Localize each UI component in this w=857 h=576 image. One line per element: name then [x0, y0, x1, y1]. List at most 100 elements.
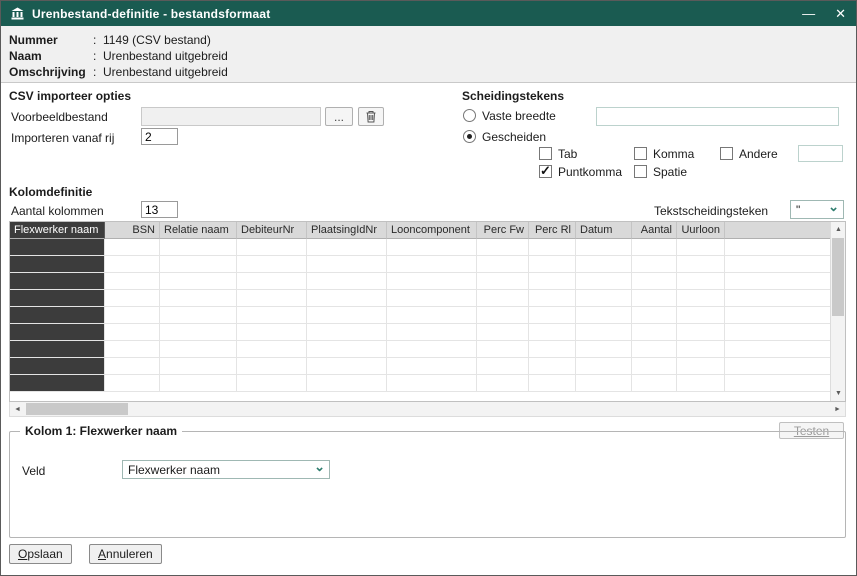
table-cell-selected-column[interactable]	[10, 358, 105, 375]
close-icon[interactable]: ✕	[835, 7, 846, 20]
table-cell[interactable]	[725, 375, 830, 392]
table-header-bsn[interactable]: BSN	[105, 222, 160, 239]
table-cell[interactable]	[529, 256, 576, 273]
table-cell[interactable]	[387, 256, 477, 273]
table-cell[interactable]	[725, 273, 830, 290]
table-cell[interactable]	[160, 239, 237, 256]
table-cell[interactable]	[529, 358, 576, 375]
tab-checkbox[interactable]	[539, 147, 552, 160]
table-cell[interactable]	[632, 375, 677, 392]
table-cell[interactable]	[105, 256, 160, 273]
table-cell[interactable]	[237, 273, 307, 290]
table-cell-selected-column[interactable]	[10, 273, 105, 290]
table-cell[interactable]	[160, 341, 237, 358]
spatie-checkbox[interactable]	[634, 165, 647, 178]
table-cell[interactable]	[237, 290, 307, 307]
table-cell[interactable]	[725, 307, 830, 324]
vertical-scrollbar-thumb[interactable]	[832, 238, 844, 316]
table-cell[interactable]	[387, 290, 477, 307]
table-cell[interactable]	[307, 273, 387, 290]
table-header-perc-fw[interactable]: Perc Fw	[477, 222, 529, 239]
table-cell[interactable]	[477, 358, 529, 375]
andere-checkbox[interactable]	[720, 147, 733, 160]
table-cell[interactable]	[477, 324, 529, 341]
table-cell[interactable]	[632, 358, 677, 375]
scroll-right-icon[interactable]: ►	[830, 402, 845, 417]
table-header-datum[interactable]: Datum	[576, 222, 632, 239]
table-header-debiteurnr[interactable]: DebiteurNr	[237, 222, 307, 239]
vaste-breedte-input[interactable]	[596, 107, 839, 126]
table-cell[interactable]	[160, 290, 237, 307]
table-cell[interactable]	[529, 239, 576, 256]
table-cell[interactable]	[105, 239, 160, 256]
horizontal-scrollbar-thumb[interactable]	[26, 403, 128, 415]
tekstscheidingsteken-combo[interactable]: " ⌄	[790, 200, 844, 219]
table-cell[interactable]	[576, 290, 632, 307]
table-cell[interactable]	[576, 341, 632, 358]
annuleren-button[interactable]: Annuleren	[89, 544, 162, 564]
table-cell[interactable]	[632, 273, 677, 290]
puntkomma-checkbox[interactable]: ✓	[539, 163, 552, 178]
table-cell[interactable]	[632, 341, 677, 358]
table-cell[interactable]	[237, 375, 307, 392]
vaste-breedte-radio[interactable]	[463, 109, 476, 122]
scroll-up-icon[interactable]: ▲	[831, 222, 846, 237]
table-cell[interactable]	[632, 256, 677, 273]
table-cell[interactable]	[632, 239, 677, 256]
table-cell[interactable]	[237, 324, 307, 341]
table-cell[interactable]	[725, 239, 830, 256]
table-cell[interactable]	[677, 375, 725, 392]
table-cell[interactable]	[529, 375, 576, 392]
table-cell[interactable]	[160, 324, 237, 341]
scroll-down-icon[interactable]: ▼	[831, 386, 846, 401]
table-cell[interactable]	[632, 307, 677, 324]
andere-input[interactable]	[798, 145, 843, 162]
title-bar[interactable]: Urenbestand-definitie - bestandsformaat …	[1, 1, 856, 26]
table-header-flexwerker-naam[interactable]: Flexwerker naam	[10, 222, 105, 239]
table-header-uurloon[interactable]: Uurloon	[677, 222, 725, 239]
table-cell[interactable]	[529, 307, 576, 324]
table-cell[interactable]	[237, 239, 307, 256]
table-cell[interactable]	[387, 341, 477, 358]
table-cell[interactable]	[105, 324, 160, 341]
vertical-scrollbar[interactable]: ▲ ▼	[830, 222, 845, 401]
table-cell[interactable]	[237, 256, 307, 273]
table-row[interactable]	[10, 290, 830, 307]
table-cell[interactable]	[477, 375, 529, 392]
table-cell-selected-column[interactable]	[10, 341, 105, 358]
table-header-relatie-naam[interactable]: Relatie naam	[160, 222, 237, 239]
scroll-left-icon[interactable]: ◄	[10, 402, 25, 417]
table-cell[interactable]	[576, 307, 632, 324]
table-cell[interactable]	[576, 273, 632, 290]
table-cell[interactable]	[307, 256, 387, 273]
table-cell[interactable]	[529, 273, 576, 290]
browse-button[interactable]: ...	[325, 107, 353, 126]
table-cell[interactable]	[725, 290, 830, 307]
table-row[interactable]	[10, 307, 830, 324]
table-cell[interactable]	[677, 324, 725, 341]
table-cell[interactable]	[529, 341, 576, 358]
table-cell[interactable]	[160, 256, 237, 273]
table-cell-selected-column[interactable]	[10, 324, 105, 341]
table-cell[interactable]	[307, 290, 387, 307]
table-cell-selected-column[interactable]	[10, 256, 105, 273]
table-cell[interactable]	[632, 290, 677, 307]
table-cell-selected-column[interactable]	[10, 290, 105, 307]
table-cell[interactable]	[677, 290, 725, 307]
table-cell[interactable]	[160, 375, 237, 392]
table-cell[interactable]	[105, 358, 160, 375]
table-cell-selected-column[interactable]	[10, 307, 105, 324]
voorbeeldbestand-input[interactable]	[141, 107, 321, 126]
table-cell[interactable]	[237, 341, 307, 358]
komma-checkbox[interactable]	[634, 147, 647, 160]
table-cell[interactable]	[576, 239, 632, 256]
table-cell[interactable]	[387, 375, 477, 392]
table-cell[interactable]	[160, 307, 237, 324]
table-cell[interactable]	[529, 324, 576, 341]
table-cell[interactable]	[576, 375, 632, 392]
table-cell[interactable]	[677, 341, 725, 358]
importeren-vanaf-rij-input[interactable]	[141, 128, 178, 145]
table-row[interactable]	[10, 256, 830, 273]
table-cell[interactable]	[477, 307, 529, 324]
table-row[interactable]	[10, 358, 830, 375]
